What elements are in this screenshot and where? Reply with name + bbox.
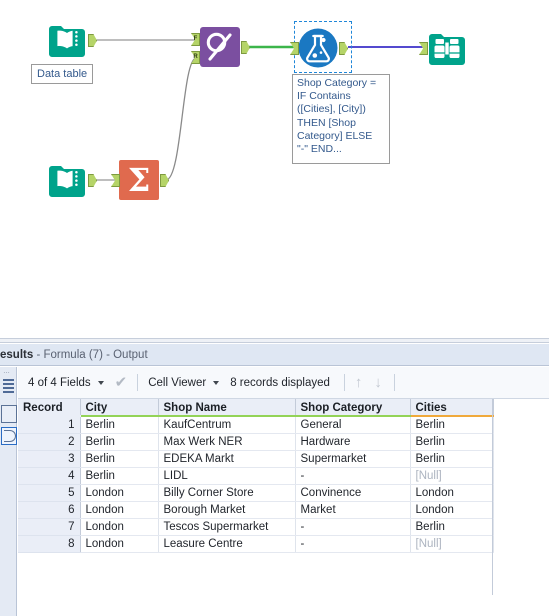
cell-cities[interactable]: Berlin [410,450,494,468]
input-data-icon [49,26,85,57]
summarize-tool[interactable]: Σ [111,160,169,200]
chevron-down-icon-2[interactable] [213,380,220,385]
results-toolbar[interactable]: 4 of 4 Fields ✔ Cell Viewer 8 records di… [18,367,549,399]
formula-tool[interactable] [290,28,348,68]
column-header-cities[interactable]: Cities [410,399,494,417]
cell-cities[interactable]: [Null] [410,535,494,553]
table-header-row: Record City Shop Name Shop Category Citi… [18,399,494,417]
browse-tool[interactable] [419,28,467,68]
table-row[interactable]: 7 London Tescos Supermarket - Berlin [18,518,494,536]
table-row[interactable]: 2 Berlin Max Werk NER Hardware Berlin [18,433,494,451]
cell-shop-category[interactable]: Supermarket [295,450,411,468]
table-row[interactable]: 5 London Billy Corner Store Convinence Londo… [18,484,494,502]
cell-shop-name[interactable]: KaufCentrum [158,416,296,434]
rail-square-button[interactable] [1,405,17,423]
toolbar-divider [137,374,139,391]
cell-shop-name[interactable]: Max Werk NER [158,433,296,451]
fields-selector[interactable]: 4 of 4 Fields [28,377,104,389]
results-title-rest: - Formula (7) - Output [33,349,148,361]
results-left-rail[interactable]: … [0,367,17,616]
rail-grip-icon[interactable]: … [3,368,14,375]
hex-glyph-icon [4,430,16,442]
cell-record[interactable]: 2 [18,433,81,451]
table-row[interactable]: 4 Berlin LIDL - [Null] [18,467,494,485]
toolbar-divider-3 [393,374,395,391]
results-pane-title[interactable]: esults - Formula (7) - Output [0,344,549,366]
scroll-down-icon[interactable]: ↓ [374,375,382,390]
input-data-icon-2 [49,166,85,197]
workflow-canvas[interactable]: Data table F R Shop Category = IF Contai… [0,0,549,338]
list-lines-icon[interactable] [3,379,14,393]
cell-cities[interactable]: London [410,501,494,519]
cell-shop-name[interactable]: Billy Corner Store [158,484,296,502]
records-displayed-label: 8 records displayed [230,376,330,389]
cell-city[interactable]: Berlin [80,450,159,468]
cell-cities[interactable]: London [410,484,494,502]
browse-binoculars-icon [429,34,465,65]
input-data-tool[interactable] [47,20,97,60]
column-header-city[interactable]: City [80,399,159,417]
pane-splitter[interactable] [0,338,549,343]
cell-shop-name[interactable]: LIDL [158,467,296,485]
toolbar-divider-2 [343,374,345,391]
table-row[interactable]: 3 Berlin EDEKA Markt Supermarket Berlin [18,450,494,468]
results-table[interactable]: Record City Shop Name Shop Category Citi… [18,399,494,553]
find-replace-tool[interactable]: F R [191,27,250,67]
cell-shop-category[interactable]: - [295,467,411,485]
cell-record[interactable]: 6 [18,501,81,519]
cell-record[interactable]: 3 [18,450,81,468]
cell-cities[interactable]: Berlin [410,518,494,536]
cell-city[interactable]: London [80,535,159,553]
cell-viewer-label: Cell Viewer [148,376,207,389]
cell-city[interactable]: London [80,484,159,502]
summarize-sigma-icon: Σ [119,160,159,200]
cell-city[interactable]: London [80,501,159,519]
cell-record[interactable]: 5 [18,484,81,502]
grid-empty-area [18,595,493,616]
grid-right-edge [492,399,493,595]
input-tool-label: Data table [31,64,94,84]
results-pane: esults - Formula (7) - Output … 4 of 4 F… [0,338,549,616]
table-row[interactable]: 6 London Borough Market Market London [18,501,494,519]
cell-shop-name[interactable]: EDEKA Markt [158,450,296,468]
find-replace-icon [200,27,240,67]
input-data-tool-2[interactable] [47,160,97,200]
cell-record[interactable]: 4 [18,467,81,485]
cell-shop-category[interactable]: Hardware [295,433,411,451]
cell-shop-category[interactable]: - [295,535,411,553]
cell-viewer-selector[interactable]: Cell Viewer [148,376,220,389]
cell-cities[interactable]: Berlin [410,433,494,451]
svg-text:Σ: Σ [128,161,151,199]
cell-shop-category[interactable]: - [295,518,411,536]
cell-city[interactable]: Berlin [80,433,159,451]
chevron-down-icon[interactable] [97,380,104,385]
cell-cities[interactable]: Berlin [410,416,494,434]
cell-shop-category[interactable]: Convinence [295,484,411,502]
fields-label: 4 of 4 Fields [28,376,91,389]
results-title-bold: esults [0,349,34,361]
check-icon[interactable]: ✔ [115,375,128,390]
cell-shop-name[interactable]: Tescos Supermarket [158,518,296,536]
cell-shop-category[interactable]: General [295,416,411,434]
cell-shop-name[interactable]: Borough Market [158,501,296,519]
scroll-up-icon[interactable]: ↑ [355,375,363,390]
table-row[interactable]: 8 London Leasure Centre - [Null] [18,535,494,553]
cell-cities[interactable]: [Null] [410,467,494,485]
cell-city[interactable]: Berlin [80,467,159,485]
column-header-record[interactable]: Record [18,399,81,417]
cell-record[interactable]: 8 [18,535,81,553]
column-header-shop-name[interactable]: Shop Name [158,399,296,417]
cell-record[interactable]: 1 [18,416,81,434]
cell-shop-name[interactable]: Leasure Centre [158,535,296,553]
formula-annotation: Shop Category = IF Contains ([Cities], [… [292,74,390,164]
table-row[interactable]: 1 Berlin KaufCentrum General Berlin [18,416,494,434]
formula-flask-icon [298,28,338,68]
cell-record[interactable]: 7 [18,518,81,536]
column-header-shop-category[interactable]: Shop Category [295,399,411,417]
cell-city[interactable]: Berlin [80,416,159,434]
cell-shop-category[interactable]: Market [295,501,411,519]
cell-city[interactable]: London [80,518,159,536]
